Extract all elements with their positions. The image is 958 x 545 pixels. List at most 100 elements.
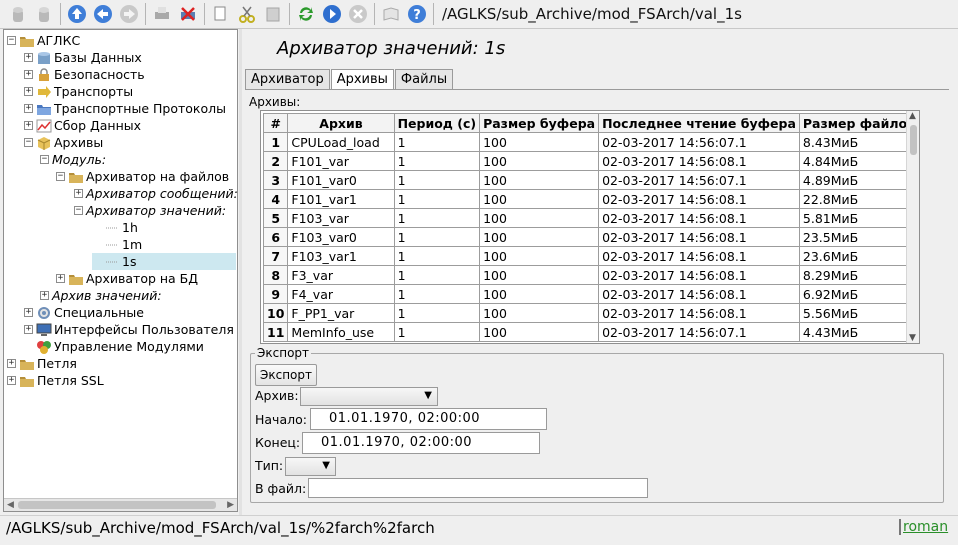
- table-cell[interactable]: F101_var: [287, 151, 395, 171]
- table-cell[interactable]: 02-03-2017 14:56:07.1: [598, 170, 800, 190]
- table-row[interactable]: 1 CPULoad_load 1 100 02-03-2017 14:56:07.1 8.…: [262, 132, 919, 152]
- row-number[interactable]: 5: [262, 208, 289, 228]
- tree-item[interactable]: + Специальные: [24, 304, 144, 321]
- end-datetime-input[interactable]: 01.01.1970, 02:00:00: [302, 432, 540, 454]
- tree-item[interactable]: + Архиватор сообщений:: [74, 185, 238, 202]
- table-cell[interactable]: 1: [393, 303, 481, 323]
- row-number[interactable]: 6: [262, 227, 289, 247]
- expand-icon[interactable]: +: [56, 274, 65, 283]
- tree-item[interactable]: 1m: [92, 236, 142, 253]
- scroll-down-icon[interactable]: ▼: [909, 333, 916, 343]
- table-cell[interactable]: 8.29МиБ: [798, 265, 919, 285]
- table-cell[interactable]: F3_var: [287, 265, 395, 285]
- tree-item[interactable]: Управление Модулями: [24, 338, 204, 355]
- tree-horizontal-scrollbar[interactable]: ◀ ▶: [4, 498, 237, 511]
- table-cell[interactable]: 100: [479, 246, 600, 266]
- table-cell[interactable]: CPULoad_load: [287, 132, 395, 152]
- start-datetime-input[interactable]: 01.01.1970, 02:00:00: [310, 408, 547, 430]
- row-number[interactable]: 1: [262, 132, 289, 152]
- table-cell[interactable]: 23.5МиБ: [798, 227, 919, 247]
- table-cell[interactable]: 100: [479, 189, 600, 209]
- paste-icon[interactable]: [261, 2, 285, 26]
- collapse-icon[interactable]: −: [74, 206, 83, 215]
- row-number[interactable]: 2: [262, 151, 289, 171]
- scrollbar-thumb[interactable]: [18, 501, 216, 509]
- table-cell[interactable]: F_PP1_var: [287, 303, 395, 323]
- tree-item[interactable]: 1h: [92, 219, 138, 236]
- cut-icon[interactable]: [235, 2, 259, 26]
- address-path[interactable]: /AGLKS/sub_Archive/mod_FSArch/val_1s: [442, 5, 742, 23]
- row-number[interactable]: 3: [262, 170, 289, 190]
- status-user-link[interactable]: roman: [899, 519, 948, 535]
- tree-item[interactable]: − Архиватор на файлов: [56, 168, 229, 185]
- table-cell[interactable]: 4.89МиБ: [798, 170, 919, 190]
- table-cell[interactable]: 1: [393, 151, 481, 171]
- table-cell[interactable]: 1: [393, 246, 481, 266]
- tab-archiver[interactable]: Архиватор: [245, 69, 330, 89]
- collapse-icon[interactable]: −: [40, 155, 49, 164]
- tree-item[interactable]: + Безопасность: [24, 66, 145, 83]
- tree-item[interactable]: − Архивы: [24, 134, 103, 151]
- table-cell[interactable]: 1: [393, 189, 481, 209]
- table-cell[interactable]: 6.92МиБ: [798, 284, 919, 304]
- table-cell[interactable]: 1: [393, 227, 481, 247]
- table-cell[interactable]: 100: [479, 303, 600, 323]
- collapse-icon[interactable]: −: [56, 172, 65, 181]
- expand-icon[interactable]: +: [7, 359, 16, 368]
- tree-item[interactable]: + Транспортные Протоколы: [24, 100, 226, 117]
- tree-item[interactable]: + Транспорты: [24, 83, 133, 100]
- row-number[interactable]: 8: [262, 265, 289, 285]
- db-down-icon[interactable]: [32, 2, 56, 26]
- archives-table-container[interactable]: # Архив Период (с) Размер буфера Последнее ч…: [260, 110, 920, 344]
- file-input[interactable]: [308, 478, 648, 498]
- column-header[interactable]: Архив: [287, 113, 395, 133]
- expand-icon[interactable]: +: [74, 189, 83, 198]
- table-cell[interactable]: 100: [479, 208, 600, 228]
- table-cell[interactable]: F101_var1: [287, 189, 395, 209]
- tree-item[interactable]: + Архиватор на БД: [56, 270, 198, 287]
- manual-icon[interactable]: [379, 2, 403, 26]
- column-header[interactable]: Последнее чтение буфера: [598, 113, 800, 133]
- tree-item[interactable]: + Базы Данных: [24, 49, 142, 66]
- tree-item[interactable]: 1s: [92, 253, 236, 270]
- row-number[interactable]: 7: [262, 246, 289, 266]
- scroll-up-icon[interactable]: ▲: [909, 111, 916, 121]
- table-cell[interactable]: F4_var: [287, 284, 395, 304]
- table-cell[interactable]: 02-03-2017 14:56:08.1: [598, 265, 800, 285]
- panel-splitter[interactable]: [239, 29, 242, 515]
- table-row[interactable]: 10 F_PP1_var 1 100 02-03-2017 14:56:08.1 5.56…: [262, 303, 919, 323]
- tree-item[interactable]: + Архив значений:: [40, 287, 162, 304]
- table-cell[interactable]: 1: [393, 284, 481, 304]
- collapse-icon[interactable]: −: [24, 138, 33, 147]
- table-cell[interactable]: 23.6МиБ: [798, 246, 919, 266]
- table-cell[interactable]: 100: [479, 227, 600, 247]
- table-cell[interactable]: F103_var0: [287, 227, 395, 247]
- table-cell[interactable]: 100: [479, 151, 600, 171]
- expand-icon[interactable]: +: [24, 121, 33, 130]
- copy-icon[interactable]: [209, 2, 233, 26]
- expand-icon[interactable]: +: [24, 87, 33, 96]
- expand-icon[interactable]: +: [7, 376, 16, 385]
- table-cell[interactable]: 1: [393, 322, 481, 342]
- table-cell[interactable]: 100: [479, 322, 600, 342]
- row-number[interactable]: 11: [262, 322, 289, 342]
- table-cell[interactable]: 1: [393, 208, 481, 228]
- table-cell[interactable]: 02-03-2017 14:56:08.1: [598, 189, 800, 209]
- table-cell[interactable]: 02-03-2017 14:56:08.1: [598, 303, 800, 323]
- row-number[interactable]: 9: [262, 284, 289, 304]
- table-cell[interactable]: 100: [479, 170, 600, 190]
- column-header[interactable]: Размер файлов: [798, 113, 919, 133]
- table-cell[interactable]: 02-03-2017 14:56:08.1: [598, 208, 800, 228]
- scroll-left-icon[interactable]: ◀: [7, 500, 14, 510]
- tree-item[interactable]: + Петля SSL: [7, 372, 104, 389]
- table-row[interactable]: 2 F101_var 1 100 02-03-2017 14:56:08.1 4.84Ми…: [262, 151, 919, 171]
- table-cell[interactable]: 8.43МиБ: [798, 132, 919, 152]
- expand-icon[interactable]: +: [40, 291, 49, 300]
- table-cell[interactable]: 4.84МиБ: [798, 151, 919, 171]
- row-number[interactable]: 10: [262, 303, 289, 323]
- archive-select[interactable]: ▼: [300, 387, 438, 406]
- table-row[interactable]: 8 F3_var 1 100 02-03-2017 14:56:08.1 8.29МиБ: [262, 265, 919, 285]
- print-alarm-icon[interactable]: [176, 2, 200, 26]
- tree-item[interactable]: + Интерфейсы Пользователя: [24, 321, 234, 338]
- navigation-tree[interactable]: − АГЛКС + Базы Данных + Безопасность + Транспор…: [3, 29, 238, 512]
